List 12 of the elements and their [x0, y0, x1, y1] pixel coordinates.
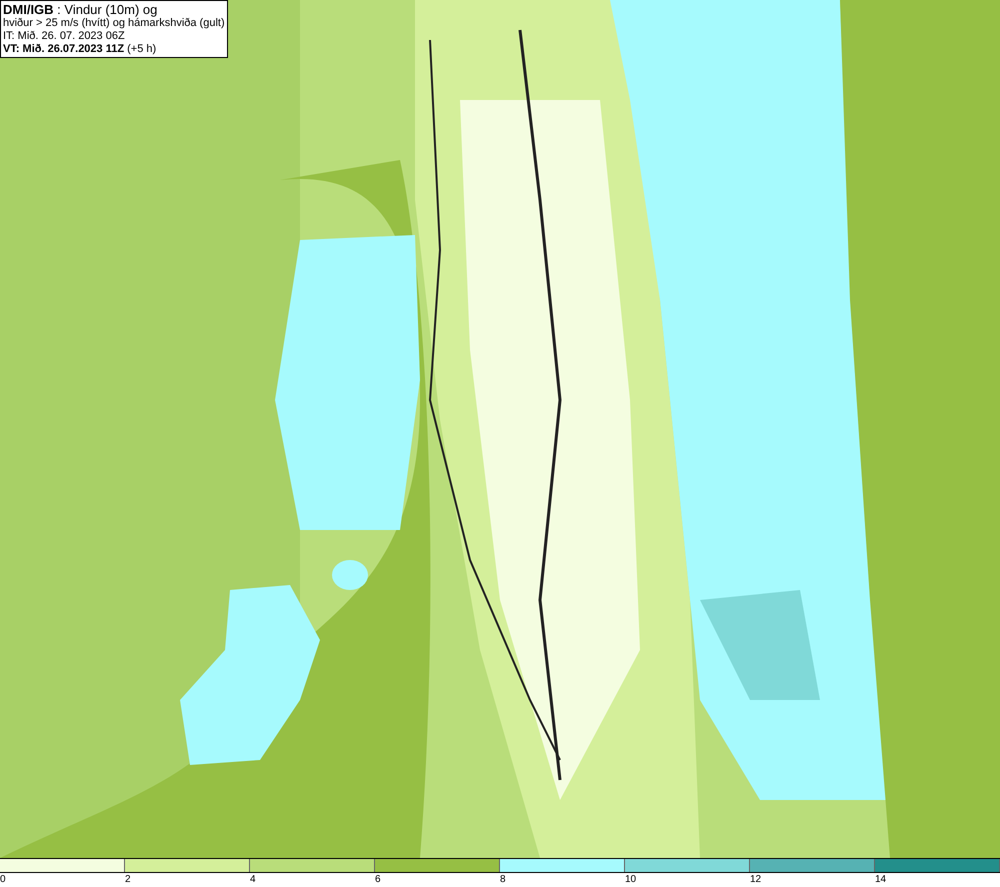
- legend-tick-label: 10: [625, 873, 636, 887]
- header-text: hviður > 25 m/s (hvítt) og hámarkshviða (gult): [3, 17, 225, 30]
- legend-tick-label: 14: [875, 873, 886, 887]
- header-text: IT: Mið. 26. 07. 2023 06Z: [3, 30, 126, 43]
- legend-tick-label: 8: [500, 873, 506, 887]
- legend-tick-label: 12: [750, 873, 762, 887]
- legend-tick-label: 6: [375, 873, 381, 887]
- header-text: DMI/IGB : Vindur (10m) og: [3, 2, 158, 17]
- legend-tick-label: 0: [0, 873, 6, 887]
- header-text: VT: Mið. 26.07.2023 11Z (+5 h): [3, 43, 158, 56]
- legend-tick-label: 2: [125, 873, 131, 887]
- legend-tick-label: 4: [250, 873, 256, 887]
